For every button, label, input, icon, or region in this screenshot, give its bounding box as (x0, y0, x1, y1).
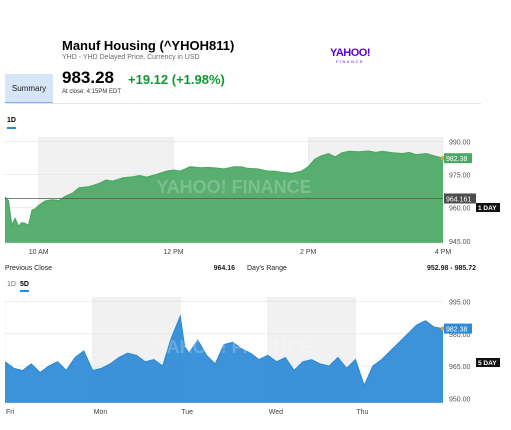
price-area (5, 316, 443, 403)
tab-summary[interactable]: Summary (5, 74, 53, 104)
five-day-chart: YAHOO! FINANCE950.00965.00980.00995.0098… (5, 297, 500, 416)
current-price-tag: 982.38 (446, 327, 468, 334)
x-tick-label: Tue (181, 409, 193, 416)
x-tick-label: Wed (269, 409, 283, 416)
y-tick-label: 960.00 (449, 206, 471, 213)
days-range-label: Day's Range (247, 265, 287, 272)
chart-watermark: YAHOO! FINANCE (156, 337, 311, 357)
x-tick-label: 4 PM (435, 249, 452, 256)
range-tab-1d[interactable]: 1D (7, 117, 16, 129)
x-tick-label: 2 PM (300, 249, 317, 256)
current-price: 983.28 (62, 68, 114, 87)
close-time: At close: 4:15PM EDT (62, 89, 122, 95)
days-range-value: 952.98 - 985.72 (426, 265, 476, 272)
previous-close-value: 964.16 (213, 265, 235, 272)
quote-title: Manuf Housing (^YHOH811) (62, 38, 235, 53)
price-change: +19.12 (+1.98%) (128, 72, 225, 87)
current-price-tag: 982.38 (446, 156, 468, 163)
y-tick-label: 965.00 (449, 364, 471, 371)
intraday-chart: YAHOO! FINANCE 964.161 945.00 960.00 975.00 9… (5, 137, 500, 256)
x-tick-label: Mon (94, 409, 108, 416)
previous-close-tag: 964.161 (444, 193, 476, 203)
logo-main-text: YAHOO! (330, 47, 371, 59)
chart-watermark: YAHOO! FINANCE (156, 177, 311, 197)
y-tick-label: 950.00 (449, 397, 471, 404)
yahoo-finance-logo: YAHOO! FINANCE (330, 47, 371, 65)
y-tick-label: 975.00 (449, 173, 471, 180)
quote-subtitle: YHD - YHD Delayed Price. Currency in USD (62, 54, 200, 61)
x-tick-label: Thu (356, 409, 368, 416)
previous-close-tag-text: 964.161 (446, 196, 471, 203)
previous-close-label: Previous Close (5, 265, 53, 272)
x-tick-label: Fri (6, 409, 15, 416)
x-tick-label: 10 AM (29, 249, 49, 256)
header-divider (5, 103, 481, 104)
y-tick-label: 945.00 (449, 239, 471, 246)
logo-sub-text: FINANCE (335, 59, 365, 64)
range-tab-1d-lower[interactable]: 1D (7, 281, 16, 288)
x-tick-label: 12 PM (163, 249, 183, 256)
y-tick-label: 995.00 (449, 299, 471, 306)
range-tab-5d[interactable]: 5D (20, 281, 29, 292)
y-tick-label: 990.00 (449, 139, 471, 146)
period-badge: 1 DAY (478, 205, 497, 212)
period-badge: 5 DAY (478, 360, 497, 367)
